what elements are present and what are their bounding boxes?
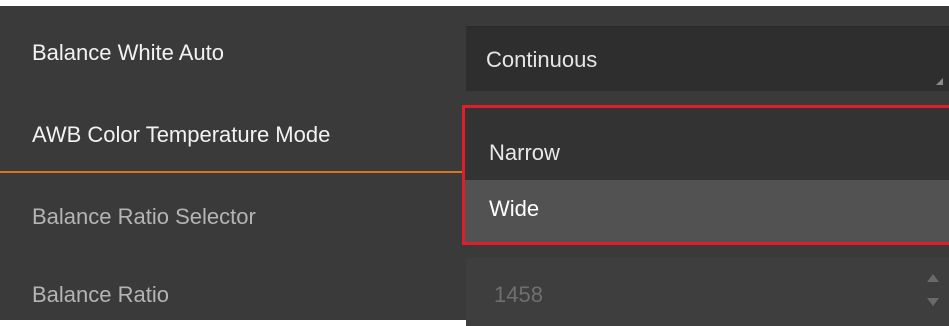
- dropdown-option-wide[interactable]: Wide: [465, 180, 949, 242]
- property-label: Balance White Auto: [32, 40, 225, 65]
- option-label: Wide: [489, 196, 540, 221]
- spinbox-value: 1458: [494, 282, 543, 307]
- balance-white-auto-select[interactable]: Continuous: [466, 26, 949, 91]
- spin-up-icon[interactable]: [927, 274, 939, 282]
- resize-grip-icon: [936, 78, 943, 85]
- property-label: Balance Ratio Selector: [32, 204, 256, 229]
- property-label: Balance Ratio: [32, 282, 169, 307]
- property-row-balance-white-auto: Balance White Auto Continuous: [0, 12, 949, 92]
- select-value: Continuous: [486, 47, 598, 72]
- option-label: Narrow: [489, 140, 560, 165]
- property-row-balance-ratio: Balance Ratio 1458: [0, 252, 949, 326]
- balance-ratio-spinbox[interactable]: 1458: [466, 258, 949, 326]
- property-grid: Balance White Auto Continuous AWB Color …: [0, 6, 949, 326]
- property-label: AWB Color Temperature Mode: [32, 122, 331, 147]
- awb-mode-dropdown-list: Narrow Wide: [462, 105, 949, 245]
- dropdown-option-narrow[interactable]: Narrow: [465, 108, 949, 180]
- spin-down-icon[interactable]: [927, 298, 939, 306]
